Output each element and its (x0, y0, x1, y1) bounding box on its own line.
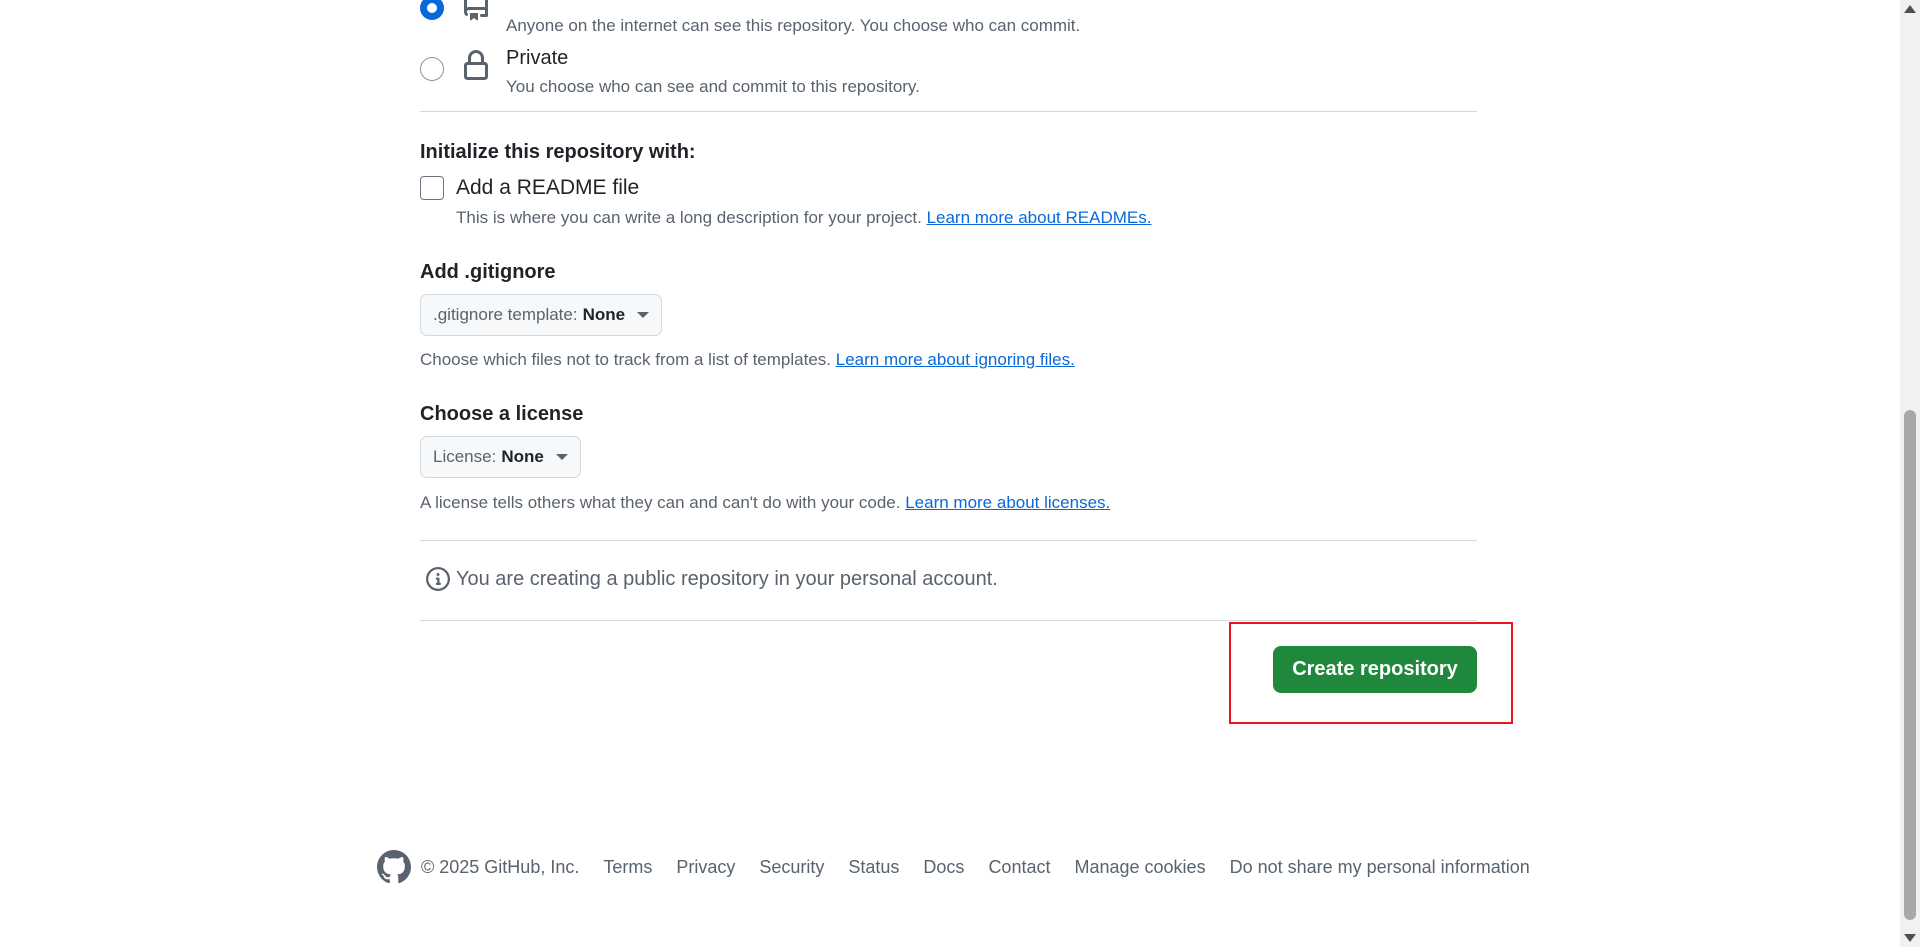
public-description: Anyone on the internet can see this repo… (506, 16, 1081, 35)
private-radio[interactable] (420, 57, 444, 81)
visibility-public-option[interactable]: Anyone on the internet can see this repo… (420, 0, 1080, 38)
footer-link-terms[interactable]: Terms (603, 857, 652, 878)
footer-link-do-not-share[interactable]: Do not share my personal information (1230, 857, 1530, 878)
license-select-value: None (501, 447, 544, 466)
scroll-up-arrow-icon[interactable] (1904, 5, 1916, 13)
gitignore-select-prefix: .gitignore template: (433, 305, 578, 324)
caret-down-icon (555, 454, 568, 460)
page-scrollbar[interactable] (1900, 0, 1920, 947)
footer-copyright: © 2025 GitHub, Inc. (421, 856, 580, 877)
private-description: You choose who can see and commit to thi… (506, 77, 920, 96)
readme-learn-more-link[interactable]: Learn more about READMEs. (927, 208, 1152, 227)
readme-help: This is where you can write a long descr… (456, 208, 1151, 228)
footer-link-status[interactable]: Status (848, 857, 899, 878)
readme-option[interactable]: Add a README file (420, 176, 639, 200)
footer-link-manage-cookies[interactable]: Manage cookies (1074, 857, 1205, 878)
scrollbar-thumb[interactable] (1904, 410, 1916, 920)
create-repository-button[interactable]: Create repository (1273, 646, 1477, 693)
readme-help-text: This is where you can write a long descr… (456, 208, 922, 227)
footer-link-security[interactable]: Security (759, 857, 824, 878)
scroll-down-arrow-icon[interactable] (1904, 934, 1916, 942)
initialize-heading: Initialize this repository with: (420, 141, 696, 163)
license-help: A license tells others what they can and… (420, 493, 1110, 513)
new-repository-form: Anyone on the internet can see this repo… (0, 0, 1900, 947)
public-radio[interactable] (420, 0, 444, 20)
private-label: Private (506, 47, 569, 69)
divider (420, 620, 1477, 621)
gitignore-help: Choose which files not to track from a l… (420, 350, 1075, 370)
readme-label: Add a README file (456, 176, 640, 199)
visibility-private-option[interactable]: Private You choose who can see and commi… (420, 45, 920, 99)
footer-link-docs[interactable]: Docs (923, 857, 964, 878)
info-icon (426, 567, 450, 591)
gitignore-template-select[interactable]: .gitignore template: None (420, 294, 663, 336)
footer-link-privacy[interactable]: Privacy (676, 857, 735, 878)
license-select-prefix: License: (433, 447, 497, 466)
gitignore-learn-more-link[interactable]: Learn more about ignoring files. (836, 350, 1075, 369)
license-select[interactable]: License: None (420, 436, 581, 478)
caret-down-icon (637, 312, 650, 318)
lock-icon (464, 50, 488, 80)
divider (420, 540, 1477, 541)
footer-link-contact[interactable]: Contact (988, 857, 1050, 878)
notice-text: You are creating a public repository in … (456, 567, 998, 590)
license-help-text: A license tells others what they can and… (420, 493, 901, 512)
license-heading: Choose a license (420, 403, 584, 425)
readme-checkbox[interactable] (420, 176, 444, 200)
gitignore-help-text: Choose which files not to track from a l… (420, 350, 832, 369)
visibility-notice: You are creating a public repository in … (426, 567, 998, 591)
license-learn-more-link[interactable]: Learn more about licenses. (905, 493, 1110, 512)
github-logo-icon[interactable] (377, 850, 411, 884)
gitignore-heading: Add .gitignore (420, 261, 556, 283)
footer: © 2025 GitHub, Inc. Terms Privacy Securi… (377, 850, 1530, 884)
repo-icon (463, 0, 488, 21)
divider (420, 111, 1477, 112)
gitignore-select-value: None (582, 305, 626, 324)
